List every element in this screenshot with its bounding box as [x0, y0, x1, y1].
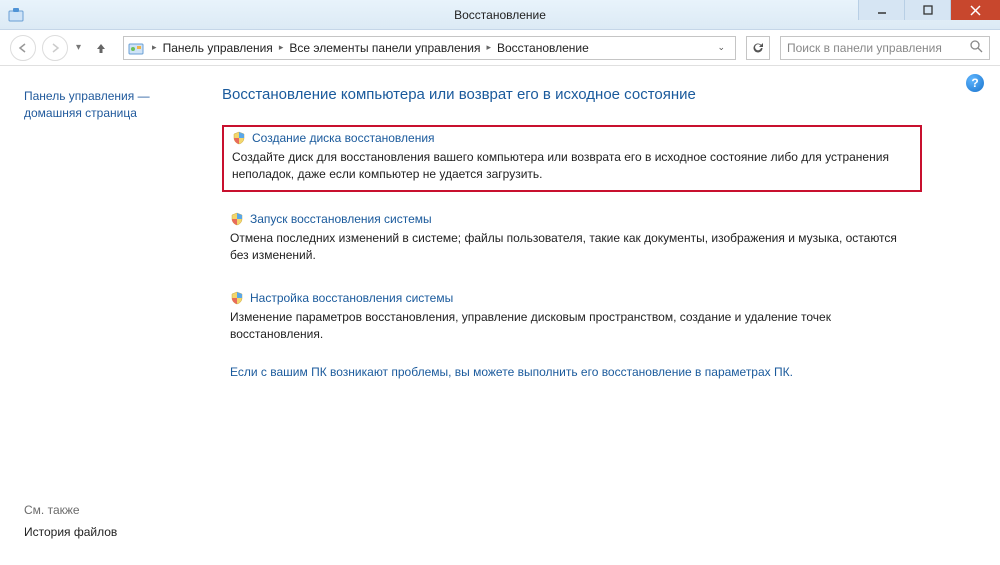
- chevron-right-icon: ▸: [275, 42, 288, 53]
- option-description: Изменение параметров восстановления, упр…: [230, 309, 914, 344]
- breadcrumb-item[interactable]: Восстановление: [495, 41, 591, 55]
- maximize-button[interactable]: [904, 0, 950, 20]
- sidebar-footer: См. также История файлов: [24, 503, 198, 553]
- main-content: ? Восстановление компьютера или возврат …: [210, 66, 1000, 565]
- see-also-label: См. также: [24, 503, 198, 517]
- option-system-restore: Запуск восстановления системы Отмена пос…: [222, 208, 922, 271]
- window-title: Восстановление: [454, 8, 546, 22]
- shield-icon: [230, 212, 244, 226]
- breadcrumb-item[interactable]: Панель управления: [161, 41, 275, 55]
- window-app-icon: [8, 7, 24, 23]
- chevron-right-icon: ▸: [482, 42, 495, 53]
- refresh-button[interactable]: [746, 36, 770, 60]
- chevron-right-icon: ▸: [148, 42, 161, 53]
- nav-forward-button[interactable]: [42, 35, 68, 61]
- sidebar-home-link[interactable]: Панель управления — домашняя страница: [24, 88, 198, 122]
- help-icon[interactable]: ?: [966, 74, 984, 92]
- breadcrumb-icon: [128, 40, 144, 56]
- breadcrumb[interactable]: ▸ Панель управления ▸ Все элементы панел…: [123, 36, 736, 60]
- sidebar-home-line1: Панель управления —: [24, 88, 198, 105]
- pc-settings-recovery-link[interactable]: Если с вашим ПК возникают проблемы, вы м…: [222, 365, 970, 379]
- breadcrumb-dropdown[interactable]: ⌄: [711, 42, 731, 53]
- option-link[interactable]: Создание диска восстановления: [252, 131, 435, 145]
- titlebar: Восстановление: [0, 0, 1000, 30]
- option-link[interactable]: Запуск восстановления системы: [250, 212, 432, 226]
- search-icon[interactable]: [970, 40, 983, 56]
- nav-history-dropdown[interactable]: ▾: [76, 42, 81, 53]
- option-create-recovery-drive: Создание диска восстановления Создайте д…: [222, 125, 922, 192]
- search-box[interactable]: [780, 36, 990, 60]
- navbar: ▾ ▸ Панель управления ▸ Все элементы пан…: [0, 30, 1000, 66]
- page-heading: Восстановление компьютера или возврат ег…: [222, 86, 970, 103]
- search-input[interactable]: [787, 41, 966, 55]
- nav-up-button[interactable]: [91, 38, 111, 58]
- minimize-button[interactable]: [858, 0, 904, 20]
- option-configure-restore: Настройка восстановления системы Изменен…: [222, 287, 922, 350]
- nav-back-button[interactable]: [10, 35, 36, 61]
- close-button[interactable]: [950, 0, 1000, 20]
- shield-icon: [232, 131, 246, 145]
- body: Панель управления — домашняя страница См…: [0, 66, 1000, 565]
- option-description: Отмена последних изменений в системе; фа…: [230, 230, 914, 265]
- option-link[interactable]: Настройка восстановления системы: [250, 291, 453, 305]
- shield-icon: [230, 291, 244, 305]
- sidebar: Панель управления — домашняя страница См…: [0, 66, 210, 565]
- option-description: Создайте диск для восстановления вашего …: [232, 149, 912, 184]
- breadcrumb-item[interactable]: Все элементы панели управления: [287, 41, 482, 55]
- window-controls: [858, 0, 1000, 20]
- file-history-link[interactable]: История файлов: [24, 525, 198, 539]
- sidebar-home-line2: домашняя страница: [24, 105, 198, 122]
